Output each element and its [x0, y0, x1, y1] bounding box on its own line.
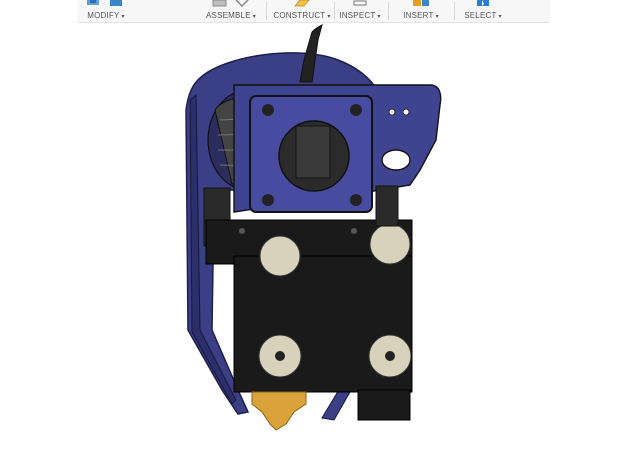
insert-icons: [412, 0, 430, 8]
fillet-icon[interactable]: [108, 0, 126, 7]
nozzle[interactable]: [251, 391, 307, 431]
right-blade-arm: [321, 387, 351, 421]
toolbar-divider: [266, 2, 267, 20]
inspect-icons: [351, 0, 369, 8]
right-clip: [375, 185, 399, 227]
chevron-down-icon: ▾: [121, 14, 125, 20]
assemble-icons: [211, 0, 251, 8]
joint-icon[interactable]: [233, 0, 251, 7]
motor-screw: [350, 104, 362, 116]
3d-viewport[interactable]: [0, 23, 628, 472]
select-cursor-icon[interactable]: [474, 0, 492, 7]
toolbar-ribbon: MODIFY ▾ ASSEMBLE ▾ CONSTRUCT ▾ INSPECT ▾ IN…: [78, 0, 550, 23]
bearing-pad-center: [275, 351, 285, 361]
mount-hole: [402, 108, 410, 116]
bearing-pad-center: [385, 351, 395, 361]
insert-label: INSERT: [403, 11, 434, 20]
part-cooling-duct[interactable]: [357, 389, 411, 421]
bearing-pad: [259, 235, 301, 277]
bearing: [351, 228, 357, 234]
select-menu[interactable]: SELECT ▾: [460, 0, 506, 22]
modify-icons: [86, 0, 126, 8]
inspect-label: INSPECT: [339, 11, 376, 20]
inspect-menu[interactable]: INSPECT ▾: [338, 0, 382, 22]
chevron-down-icon: ▾: [252, 14, 256, 20]
press-pull-icon[interactable]: [86, 0, 104, 7]
construct-menu[interactable]: CONSTRUCT ▾: [273, 0, 331, 22]
hotend-assembly-model[interactable]: [185, 24, 442, 431]
select-icons: [474, 0, 492, 8]
mount-hole: [388, 108, 396, 116]
select-label: SELECT: [464, 11, 497, 20]
chevron-down-icon: ▾: [377, 14, 381, 20]
new-component-icon[interactable]: [211, 0, 229, 7]
chevron-down-icon: ▾: [327, 14, 331, 20]
measure-icon[interactable]: [351, 0, 369, 7]
toolbar-divider: [388, 2, 389, 20]
motor-shaft: [295, 125, 331, 179]
construct-icons: [293, 0, 311, 8]
motor-screw: [262, 104, 274, 116]
assemble-label: ASSEMBLE: [206, 11, 251, 20]
toolbar-divider: [334, 2, 335, 20]
assemble-menu[interactable]: ASSEMBLE ▾: [204, 0, 258, 22]
bearing-pad: [369, 223, 411, 265]
motor-screw: [262, 194, 274, 206]
modify-label: MODIFY: [87, 11, 120, 20]
insert-image-icon[interactable]: [412, 0, 430, 7]
construct-label: CONSTRUCT: [273, 11, 326, 20]
toolbar-divider: [454, 2, 455, 20]
chevron-down-icon: ▾: [435, 14, 439, 20]
insert-menu[interactable]: INSERT ▾: [396, 0, 446, 22]
modify-menu[interactable]: MODIFY ▾: [80, 0, 132, 22]
bearing: [239, 228, 245, 234]
motor-screw: [350, 194, 362, 206]
offset-plane-icon[interactable]: [293, 0, 311, 7]
slot-hole: [381, 149, 411, 171]
chevron-down-icon: ▾: [498, 14, 502, 20]
